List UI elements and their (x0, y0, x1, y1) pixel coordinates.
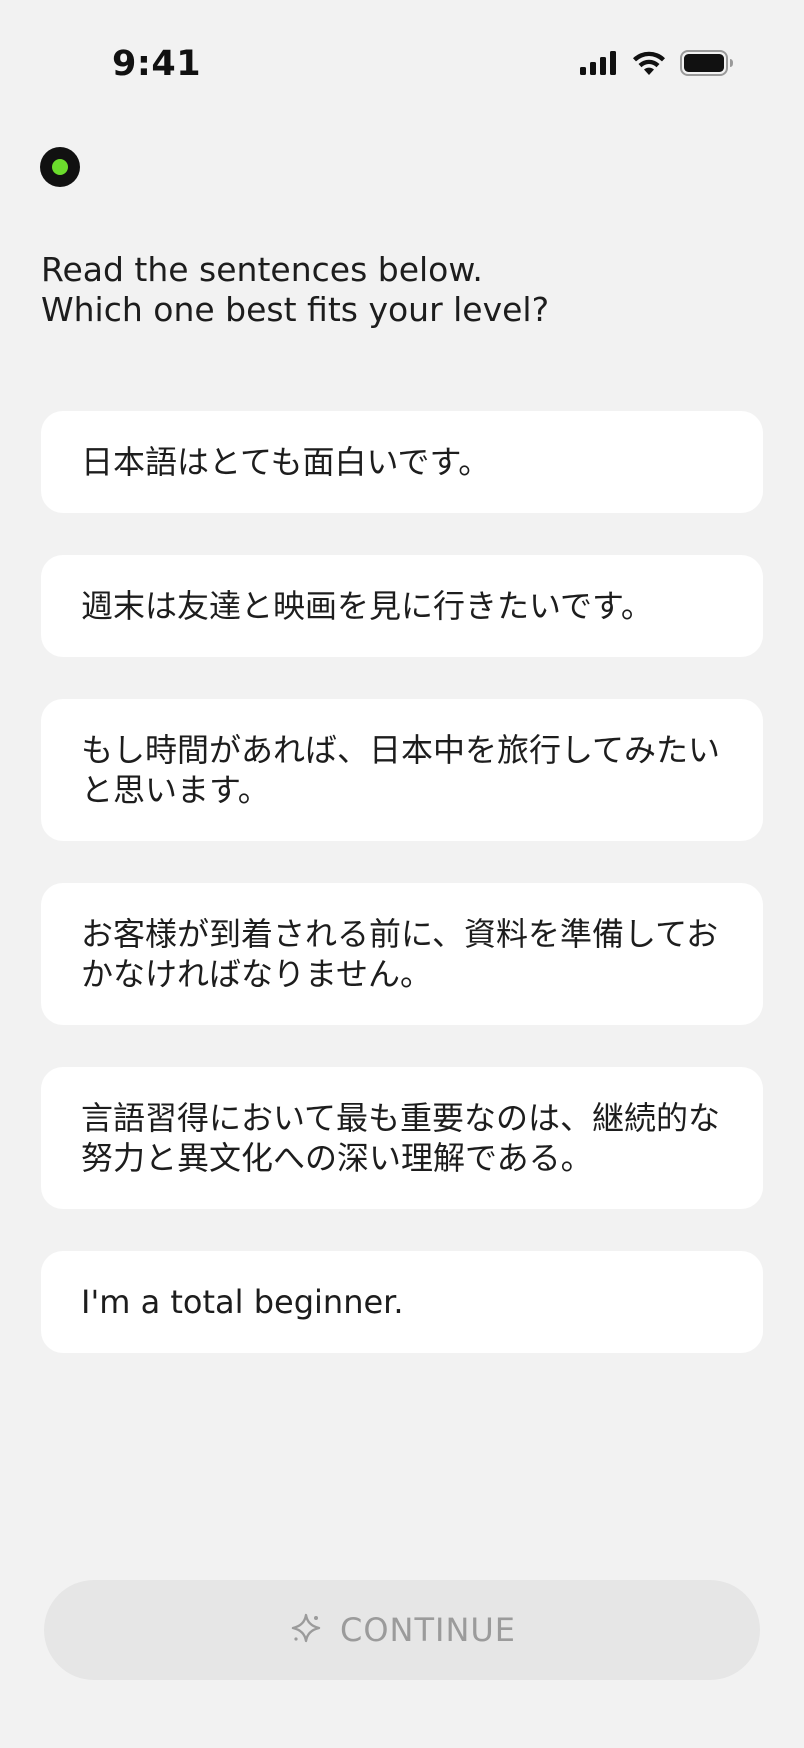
level-option-5[interactable]: 言語習得において最も重要なのは、継続的な努力と異文化への深い理解である。 (41, 1067, 763, 1209)
level-option-label: 週末は友達と映画を見に行きたいです。 (81, 587, 653, 625)
level-option-2[interactable]: 週末は友達と映画を見に行きたいです。 (41, 555, 763, 657)
question-line-1: Read the sentences below. (41, 250, 483, 289)
level-option-label: 日本語はとても面白いです。 (81, 443, 491, 481)
level-option-label: お客様が到着される前に、資料を準備しておかなければなりません。 (81, 915, 719, 993)
level-option-label: もし時間があれば、日本中を旅行してみたいと思います。 (81, 731, 721, 809)
level-option-3[interactable]: もし時間があれば、日本中を旅行してみたいと思います。 (41, 699, 763, 841)
brand-dot-icon (40, 147, 80, 187)
level-option-beginner[interactable]: I'm a total beginner. (41, 1251, 763, 1353)
level-option-4[interactable]: お客様が到着される前に、資料を準備しておかなければなりません。 (41, 883, 763, 1025)
status-time: 9:41 (112, 44, 202, 84)
brand-dot-inner (52, 159, 68, 175)
level-option-1[interactable]: 日本語はとても面白いです。 (41, 411, 763, 513)
continue-button[interactable]: CONTINUE (44, 1580, 760, 1680)
question-line-2: Which one best fits your level? (41, 290, 550, 329)
status-icons (580, 50, 734, 76)
question-heading: Read the sentences below. Which one best… (41, 250, 761, 330)
level-option-label: I'm a total beginner. (81, 1283, 404, 1321)
continue-label: CONTINUE (339, 1611, 517, 1649)
wifi-icon (632, 50, 666, 76)
status-bar: 9:41 (0, 0, 804, 130)
battery-icon (680, 50, 734, 76)
level-option-label: 言語習得において最も重要なのは、継続的な努力と異文化への深い理解である。 (81, 1099, 721, 1177)
cellular-signal-icon (580, 51, 618, 75)
sparkle-icon (288, 1610, 324, 1650)
